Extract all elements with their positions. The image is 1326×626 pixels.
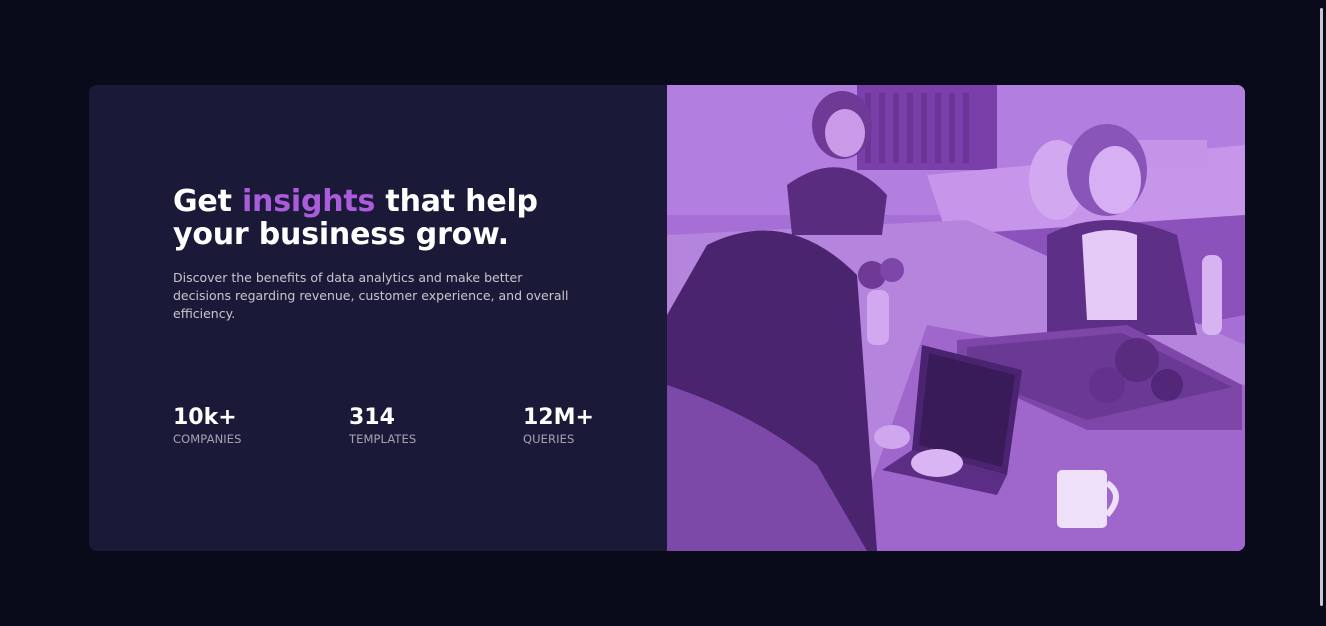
headline-accent: insights <box>241 184 376 219</box>
description: Discover the benefits of data analytics … <box>173 270 569 321</box>
stat-companies: 10k+ COMPANIES <box>173 405 242 447</box>
page: Get insights that help your business gro… <box>0 0 1326 626</box>
stat-value: 10k+ <box>173 405 237 430</box>
stat-queries: 12M+ QUERIES <box>523 405 594 447</box>
stat-value: 12M+ <box>523 405 594 430</box>
stat-label: COMPANIES <box>173 432 242 446</box>
headline-start: Get <box>173 184 242 219</box>
page-scrollbar[interactable] <box>1320 8 1323 606</box>
stat-label: TEMPLATES <box>349 432 417 446</box>
stat-label: QUERIES <box>523 432 575 446</box>
headline: Get insights that help your business gro… <box>173 185 593 251</box>
office-photo-illustration <box>667 85 1245 551</box>
card-content: Get insights that help your business gro… <box>89 85 667 551</box>
office-photo <box>667 85 1245 551</box>
stat-templates: 314 TEMPLATES <box>349 405 416 447</box>
stat-value: 314 <box>349 405 395 430</box>
stats-preview-card: Get insights that help your business gro… <box>89 85 1245 551</box>
stats-row: 10k+ COMPANIES 314 TEMPLATES 12M+ QUERIE… <box>173 405 633 455</box>
